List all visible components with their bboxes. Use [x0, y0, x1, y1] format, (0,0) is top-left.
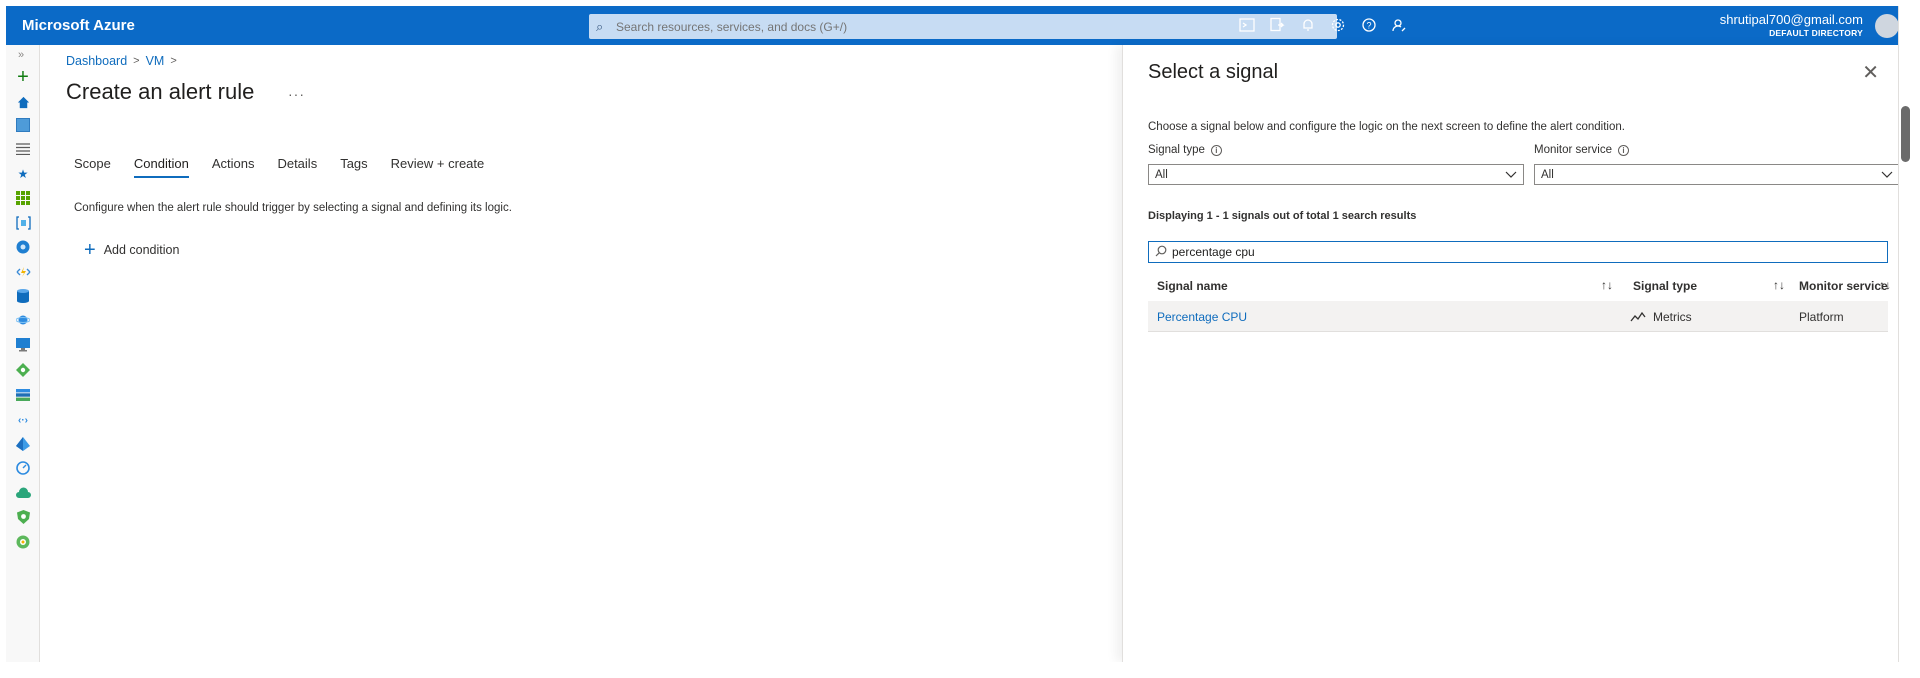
help-question-icon[interactable]: ? — [1360, 17, 1378, 35]
breadcrumb: Dashboard > VM > — [66, 54, 177, 68]
metrics-chart-icon — [1630, 311, 1646, 325]
breadcrumb-dashboard-link[interactable]: Dashboard — [66, 54, 127, 68]
home-icon[interactable] — [14, 93, 32, 111]
monitor-service-value: Platform — [1799, 310, 1844, 324]
add-condition-button[interactable]: + Add condition — [84, 239, 180, 261]
plus-icon: + — [84, 239, 96, 261]
security-center-icon[interactable] — [14, 508, 32, 526]
sort-arrows-icon[interactable]: ↑↓ — [1773, 278, 1785, 292]
signal-type-value: Metrics — [1653, 310, 1692, 324]
virtual-networks-icon[interactable]: ‹·› — [14, 411, 32, 429]
breadcrumb-vm-link[interactable]: VM — [146, 54, 165, 68]
avatar[interactable] — [1875, 14, 1898, 38]
condition-description: Configure when the alert rule should tri… — [74, 202, 512, 214]
top-bar: Microsoft Azure ⌕ ? shrutipal700@gmail.c… — [6, 6, 1898, 45]
panel-description: Choose a signal below and configure the … — [1148, 121, 1625, 133]
azure-brand-link[interactable]: Microsoft Azure — [22, 17, 582, 34]
directory-filter-icon[interactable] — [1268, 17, 1286, 35]
info-icon[interactable]: i — [1210, 144, 1222, 156]
search-icon — [1155, 245, 1167, 260]
all-resources-grid-icon[interactable] — [14, 189, 32, 207]
close-icon[interactable]: ✕ — [1862, 60, 1879, 85]
monitor-icon[interactable] — [14, 459, 32, 477]
sort-arrows-icon[interactable]: ↑↓ — [1601, 278, 1613, 292]
notifications-bell-icon[interactable] — [1299, 17, 1317, 35]
tab-condition[interactable]: Condition — [133, 156, 189, 178]
global-search-box[interactable]: ⌕ — [589, 14, 1337, 39]
results-count: Displaying 1 - 1 signals out of total 1 … — [1148, 210, 1417, 222]
signal-search-input[interactable] — [1172, 245, 1872, 259]
create-resource-plus-icon[interactable]: + — [14, 67, 32, 87]
expand-sidebar-icon[interactable]: » — [18, 49, 24, 61]
dashboard-icon[interactable] — [14, 116, 32, 134]
cosmos-db-icon[interactable] — [14, 311, 32, 329]
cost-management-icon[interactable] — [14, 533, 32, 551]
load-balancer-icon[interactable] — [14, 361, 32, 379]
settings-gear-icon[interactable] — [1329, 17, 1347, 35]
panel-title: Select a signal — [1148, 61, 1279, 83]
breadcrumb-separator: > — [133, 55, 140, 67]
tab-details[interactable]: Details — [277, 156, 317, 178]
resource-groups-icon[interactable] — [14, 214, 32, 232]
tab-review-create[interactable]: Review + create — [391, 156, 485, 178]
info-icon[interactable]: i — [1617, 144, 1629, 156]
favorites-star-icon[interactable]: ★ — [14, 165, 32, 183]
tab-scope[interactable]: Scope — [74, 156, 111, 178]
tab-actions[interactable]: Actions — [212, 156, 255, 178]
page-scrollbar[interactable] — [1901, 106, 1910, 162]
signal-type-label-text: Signal type — [1148, 144, 1205, 156]
advisor-icon[interactable] — [14, 484, 32, 502]
page-title: Create an alert rule — [66, 79, 255, 104]
svg-text:?: ? — [1366, 21, 1371, 31]
select-signal-panel: Select a signal ✕ Choose a signal below … — [1122, 45, 1898, 662]
sort-arrows-icon[interactable]: ↑↓ — [1879, 278, 1891, 292]
azure-portal-window: Microsoft Azure ⌕ ? shrutipal700@gmail.c… — [6, 6, 1899, 662]
table-row[interactable]: Percentage CPU Metrics Platform — [1148, 301, 1888, 332]
chevron-down-icon — [1505, 166, 1517, 185]
signal-type-value: All — [1155, 168, 1168, 181]
add-condition-label: Add condition — [103, 243, 180, 257]
more-options-button[interactable]: ··· — [288, 86, 305, 102]
all-services-list-icon[interactable] — [14, 140, 32, 158]
column-monitor-service[interactable]: Monitor service — [1799, 279, 1888, 293]
column-signal-name[interactable]: Signal name — [1157, 279, 1228, 293]
app-services-globe-icon[interactable] — [14, 238, 32, 256]
monitor-service-value: All — [1541, 168, 1554, 181]
column-signal-type[interactable]: Signal type — [1633, 279, 1697, 293]
chevron-down-icon — [1881, 166, 1893, 185]
portal-sidebar: » + ★ ‹·› — [6, 45, 40, 662]
azure-ad-icon[interactable] — [14, 435, 32, 453]
global-search-input[interactable] — [616, 19, 1216, 34]
monitor-service-dropdown[interactable]: All — [1534, 164, 1898, 185]
sql-database-icon[interactable] — [14, 287, 32, 305]
signal-type-label: Signal type i — [1148, 144, 1222, 156]
search-icon: ⌕ — [596, 18, 604, 34]
monitor-service-label: Monitor service i — [1534, 144, 1629, 156]
signal-search-box[interactable] — [1148, 241, 1888, 263]
monitor-service-label-text: Monitor service — [1534, 144, 1612, 156]
account-email: shrutipal700@gmail.com — [1719, 12, 1863, 27]
signal-name-link[interactable]: Percentage CPU — [1157, 310, 1247, 324]
account-directory: DEFAULT DIRECTORY — [1769, 28, 1863, 38]
signals-table-header: Signal name ↑↓ Signal type ↑↓ Monitor se… — [1148, 271, 1891, 301]
tab-tags[interactable]: Tags — [340, 156, 367, 178]
virtual-machines-icon[interactable] — [14, 336, 32, 354]
function-app-icon[interactable] — [14, 263, 32, 281]
signal-type-dropdown[interactable]: All — [1148, 164, 1524, 185]
breadcrumb-separator: > — [170, 55, 177, 67]
storage-accounts-icon[interactable] — [14, 386, 32, 404]
cloud-shell-icon[interactable] — [1238, 17, 1256, 35]
feedback-icon[interactable] — [1390, 17, 1408, 35]
wizard-tabs: Scope Condition Actions Details Tags Rev… — [74, 156, 484, 178]
account-menu[interactable]: shrutipal700@gmail.com DEFAULT DIRECTORY — [1720, 12, 1863, 38]
